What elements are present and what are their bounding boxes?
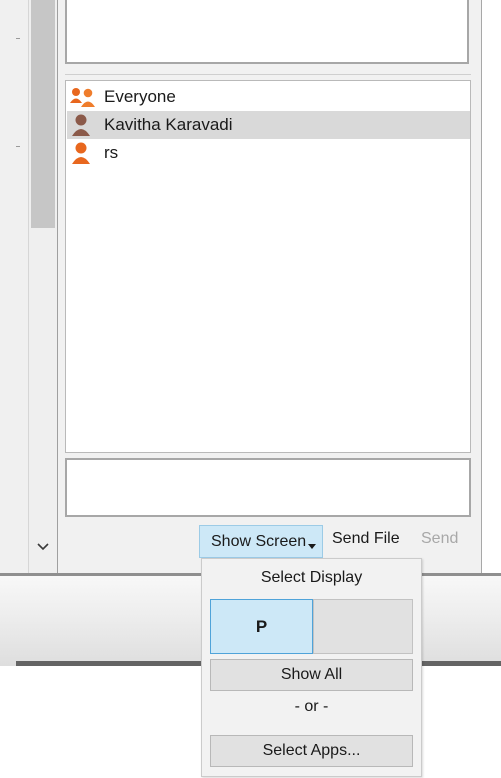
participant-name: rs [104,143,119,162]
display-option-p[interactable]: P [210,599,313,654]
display-option-2[interactable] [313,599,413,654]
show-screen-button[interactable]: Show Screen [199,525,323,558]
message-input[interactable] [65,458,471,517]
divider [16,146,20,147]
send-button[interactable]: Send [421,530,458,548]
menu-title: Select Display [260,569,363,586]
participant-name: Kavitha Karavadi [104,115,233,134]
divider [65,74,471,75]
participant-list[interactable]: Everyone Kavitha Karavadi rs [65,80,471,453]
select-display-menu: Select Display P Show All - or - Select … [201,558,422,777]
or-separator-text: - or - [294,698,329,715]
list-item-kavitha-karavadi[interactable]: Kavitha Karavadi [67,111,470,139]
user-icon [69,113,97,137]
participant-name: Everyone [104,87,176,106]
list-item-rs[interactable]: rs [67,139,470,167]
divider [16,38,20,39]
chat-history[interactable] [65,0,469,64]
scroll-down-button[interactable] [31,530,55,564]
list-item-everyone[interactable]: Everyone [67,83,470,111]
dropdown-caret-icon [308,544,316,549]
send-file-button[interactable]: Send File [332,530,400,548]
scrollbar-thumb[interactable] [31,0,55,228]
user-icon [69,141,97,165]
show-all-button[interactable]: Show All [210,659,413,691]
chevron-down-icon [37,543,49,551]
show-screen-label: Show Screen [211,532,307,550]
group-icon [69,85,97,109]
select-apps-button[interactable]: Select Apps... [210,735,413,767]
